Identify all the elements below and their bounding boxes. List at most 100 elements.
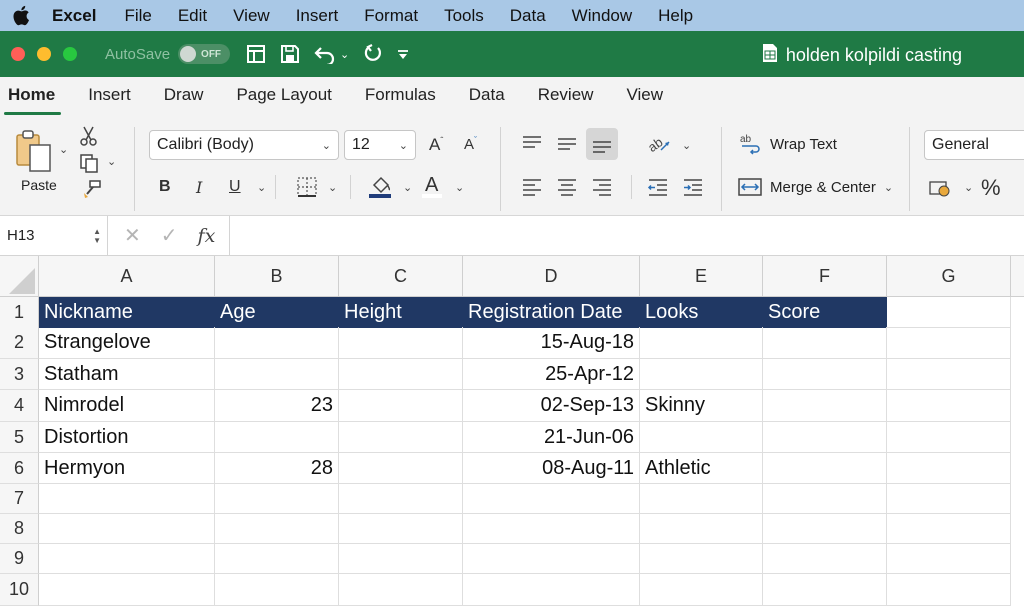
row-header-4[interactable]: 4 (0, 390, 39, 422)
menu-tools[interactable]: Tools (444, 6, 484, 26)
tab-page-layout[interactable]: Page Layout (236, 85, 331, 115)
row-header-2[interactable]: 2 (0, 327, 39, 359)
column-header-f[interactable]: F (763, 256, 887, 297)
cancel-formula-icon[interactable]: ✕ (124, 223, 141, 248)
font-color-chevron-icon[interactable]: ⌄ (455, 181, 464, 194)
menu-format[interactable]: Format (364, 6, 418, 26)
increase-indent-icon[interactable] (682, 178, 704, 201)
tab-insert[interactable]: Insert (88, 85, 131, 115)
cell-e1[interactable]: Looks (640, 297, 763, 328)
cell-f2[interactable] (763, 327, 887, 359)
percent-style-button[interactable]: % (981, 175, 1001, 201)
cell-e7[interactable] (640, 484, 763, 514)
underline-button[interactable]: U (229, 178, 241, 196)
cell-f3[interactable] (763, 359, 887, 390)
row-header-5[interactable]: 5 (0, 422, 39, 453)
cell-f4[interactable] (763, 390, 887, 422)
cell-a7[interactable] (39, 484, 215, 514)
orientation-icon[interactable]: ab (645, 132, 673, 159)
cell-b5[interactable] (215, 422, 339, 453)
tab-data[interactable]: Data (469, 85, 505, 115)
font-name-select[interactable]: Calibri (Body) ⌄ (149, 130, 339, 160)
undo-icon[interactable]: ⌄ (314, 44, 349, 64)
accounting-format-icon[interactable] (929, 179, 953, 202)
menu-data[interactable]: Data (510, 6, 546, 26)
column-header-e[interactable]: E (640, 256, 763, 297)
merge-center-chevron-icon[interactable]: ⌄ (884, 181, 893, 194)
save-icon[interactable] (280, 44, 300, 64)
fill-color-chevron-icon[interactable]: ⌄ (403, 181, 412, 194)
paste-button[interactable] (14, 129, 54, 178)
tab-formulas[interactable]: Formulas (365, 85, 436, 115)
cell-e10[interactable] (640, 574, 763, 606)
cell-d4[interactable]: 02-Sep-13 (463, 390, 640, 422)
cell-c9[interactable] (339, 544, 463, 574)
cell-g9[interactable] (887, 544, 1011, 574)
cell-d8[interactable] (463, 514, 640, 544)
tab-draw[interactable]: Draw (164, 85, 204, 115)
tab-review[interactable]: Review (538, 85, 594, 115)
cell-c4[interactable] (339, 390, 463, 422)
align-top-icon[interactable] (521, 134, 543, 157)
cell-g1[interactable] (887, 297, 1011, 328)
cell-c10[interactable] (339, 574, 463, 606)
copy-chevron-icon[interactable]: ⌄ (107, 155, 116, 168)
decrease-font-size-icon[interactable]: Aˇ (464, 135, 477, 153)
menu-app-excel[interactable]: Excel (52, 6, 96, 26)
bold-button[interactable]: B (159, 178, 171, 196)
menu-edit[interactable]: Edit (178, 6, 207, 26)
format-painter-icon[interactable] (81, 179, 103, 204)
cell-d6[interactable]: 08-Aug-11 (463, 453, 640, 484)
cut-icon[interactable] (80, 125, 98, 152)
cell-g7[interactable] (887, 484, 1011, 514)
cell-a10[interactable] (39, 574, 215, 606)
cell-a3[interactable]: Statham (39, 359, 215, 390)
cell-a8[interactable] (39, 514, 215, 544)
cell-e6[interactable]: Athletic (640, 453, 763, 484)
cell-b1[interactable]: Age (215, 297, 339, 328)
apple-icon[interactable] (12, 5, 34, 26)
cell-d5[interactable]: 21-Jun-06 (463, 422, 640, 453)
wrap-text-button[interactable]: ab Wrap Text (740, 133, 837, 155)
row-header-1[interactable]: 1 (0, 297, 39, 328)
align-center-icon[interactable] (556, 178, 578, 201)
italic-button[interactable]: I (196, 178, 202, 197)
column-header-c[interactable]: C (339, 256, 463, 297)
cell-e4[interactable]: Skinny (640, 390, 763, 422)
cell-d2[interactable]: 15-Aug-18 (463, 327, 640, 359)
cell-b4[interactable]: 23 (215, 390, 339, 422)
cell-f5[interactable] (763, 422, 887, 453)
cell-a6[interactable]: Hermyon (39, 453, 215, 484)
align-right-icon[interactable] (591, 178, 613, 201)
cell-f6[interactable] (763, 453, 887, 484)
cell-g4[interactable] (887, 390, 1011, 422)
name-box-stepper-icon[interactable]: ▲ ▼ (93, 227, 101, 245)
font-color-icon[interactable]: A (422, 173, 444, 204)
cell-a1[interactable]: Nickname (39, 297, 215, 328)
cell-c6[interactable] (339, 453, 463, 484)
cell-d3[interactable]: 25-Apr-12 (463, 359, 640, 390)
close-window-button[interactable] (11, 47, 25, 61)
accounting-chevron-icon[interactable]: ⌄ (964, 181, 973, 194)
number-format-select[interactable]: General (924, 130, 1024, 160)
cell-f1[interactable]: Score (763, 297, 887, 328)
redo-icon[interactable] (363, 44, 383, 64)
column-header-b[interactable]: B (215, 256, 339, 297)
customize-toolbar-icon[interactable] (397, 48, 409, 60)
cell-c3[interactable] (339, 359, 463, 390)
menu-view[interactable]: View (233, 6, 270, 26)
undo-chevron-icon[interactable]: ⌄ (340, 48, 349, 61)
cell-c1[interactable]: Height (339, 297, 463, 328)
menu-window[interactable]: Window (572, 6, 632, 26)
cell-g2[interactable] (887, 327, 1011, 359)
align-left-icon[interactable] (521, 178, 543, 201)
column-header-g[interactable]: G (887, 256, 1011, 297)
align-bottom-icon[interactable] (586, 128, 618, 160)
cell-b2[interactable] (215, 327, 339, 359)
merge-center-button[interactable]: Merge & Center ⌄ (738, 177, 893, 197)
row-header-6[interactable]: 6 (0, 453, 39, 484)
cell-d10[interactable] (463, 574, 640, 606)
menu-file[interactable]: File (124, 6, 151, 26)
cell-e8[interactable] (640, 514, 763, 544)
fill-color-icon[interactable] (369, 173, 393, 204)
